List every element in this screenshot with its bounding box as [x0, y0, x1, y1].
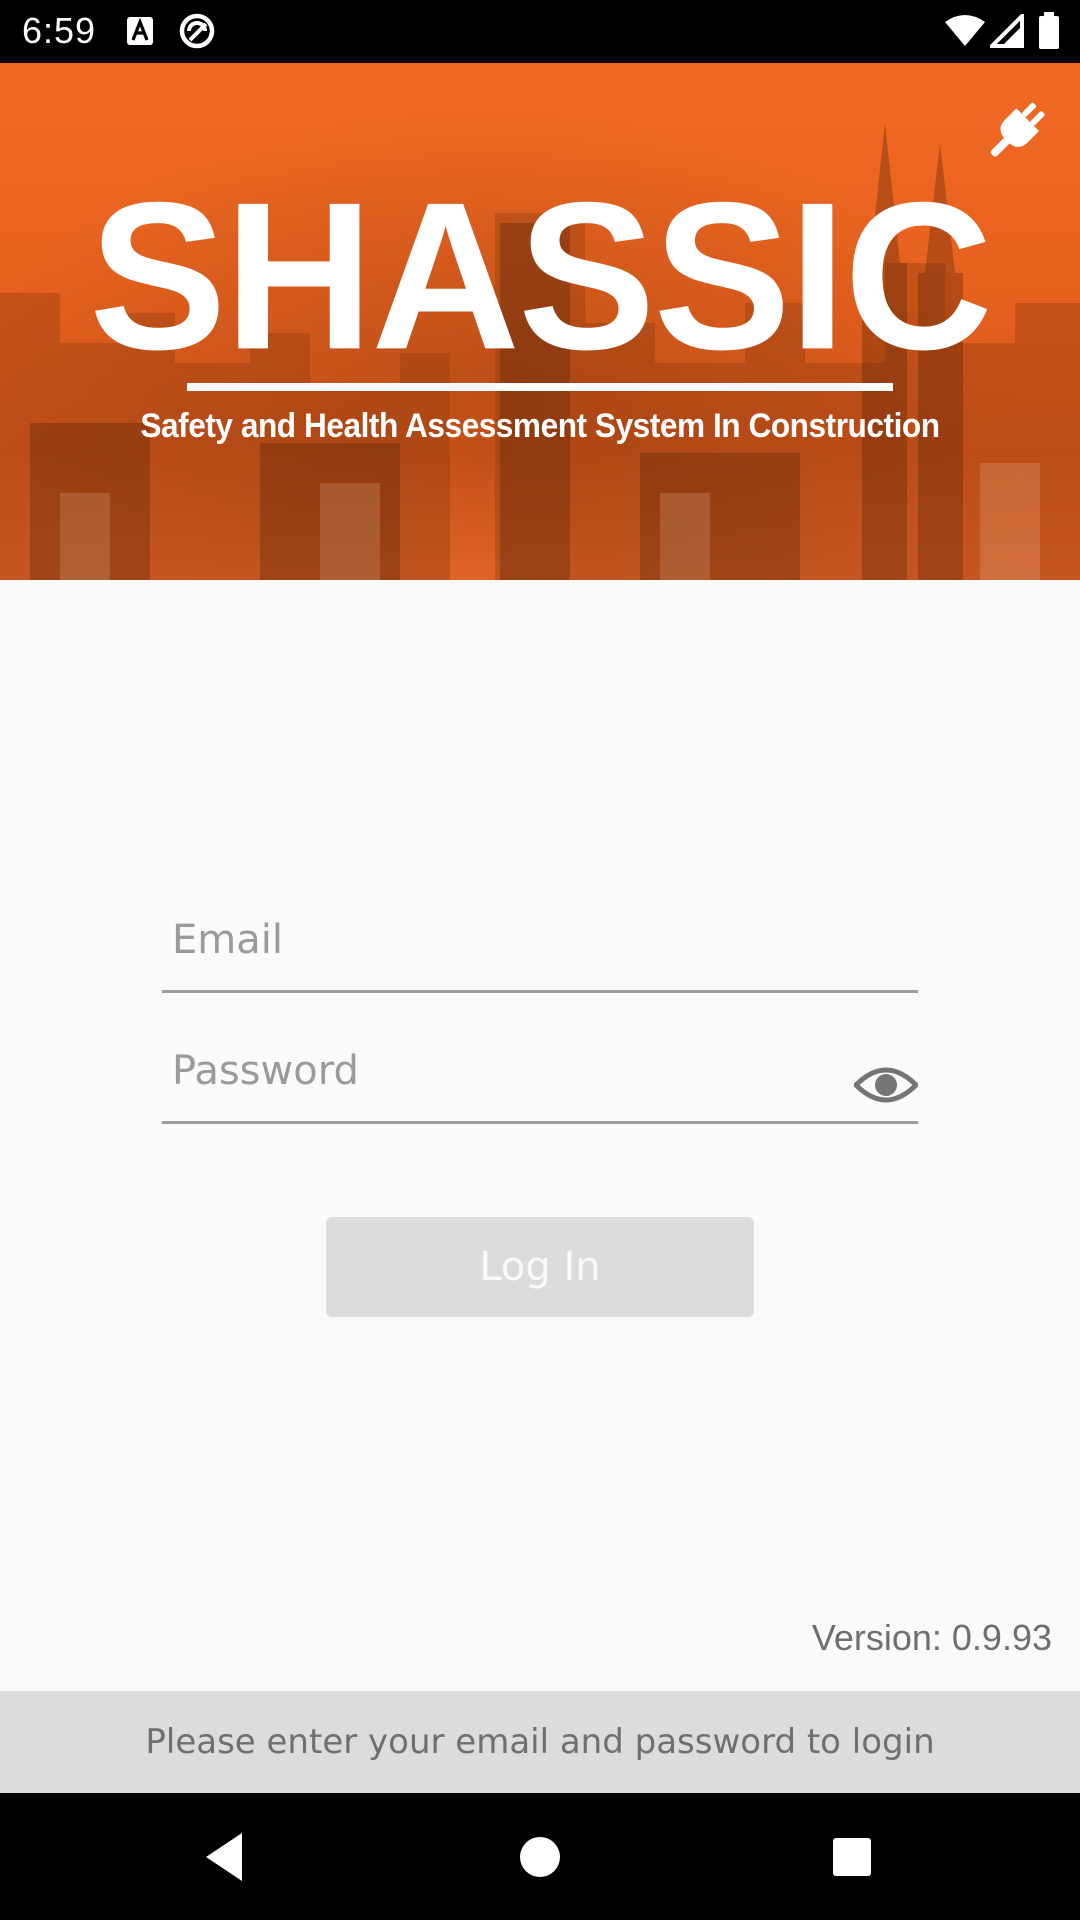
battery-icon [1039, 12, 1059, 49]
email-field[interactable] [162, 890, 918, 993]
password-field[interactable] [162, 1020, 918, 1124]
text-a-icon [127, 17, 153, 45]
no-disturb-icon [179, 13, 215, 49]
version-label: Version: 0.9.93 [811, 1617, 1052, 1658]
recents-icon[interactable] [822, 1827, 882, 1887]
eye-icon[interactable] [854, 1063, 918, 1107]
signal-icon [990, 14, 1024, 48]
brand-title: SHASSIC [89, 158, 993, 394]
back-icon[interactable] [196, 1827, 256, 1887]
status-time: 6:59 [22, 10, 97, 51]
hint-bar: Please enter your email and password to … [0, 1691, 1080, 1793]
plug-icon[interactable] [980, 96, 1050, 166]
navigation-bar [0, 1793, 1080, 1920]
brand-divider [187, 383, 893, 391]
login-hint-text: Please enter your email and password to … [145, 1722, 935, 1762]
status-bar: 6:59 [0, 0, 1080, 63]
wifi-icon [945, 15, 985, 46]
home-icon[interactable] [510, 1827, 570, 1887]
password-input[interactable] [162, 1020, 918, 1121]
login-button[interactable]: Log In [326, 1217, 754, 1317]
brand-subtitle: Safety and Health Assessment System In C… [140, 407, 940, 445]
email-input[interactable] [162, 890, 918, 990]
header-banner: SHASSIC Safety and Health Assessment Sys… [0, 63, 1080, 580]
